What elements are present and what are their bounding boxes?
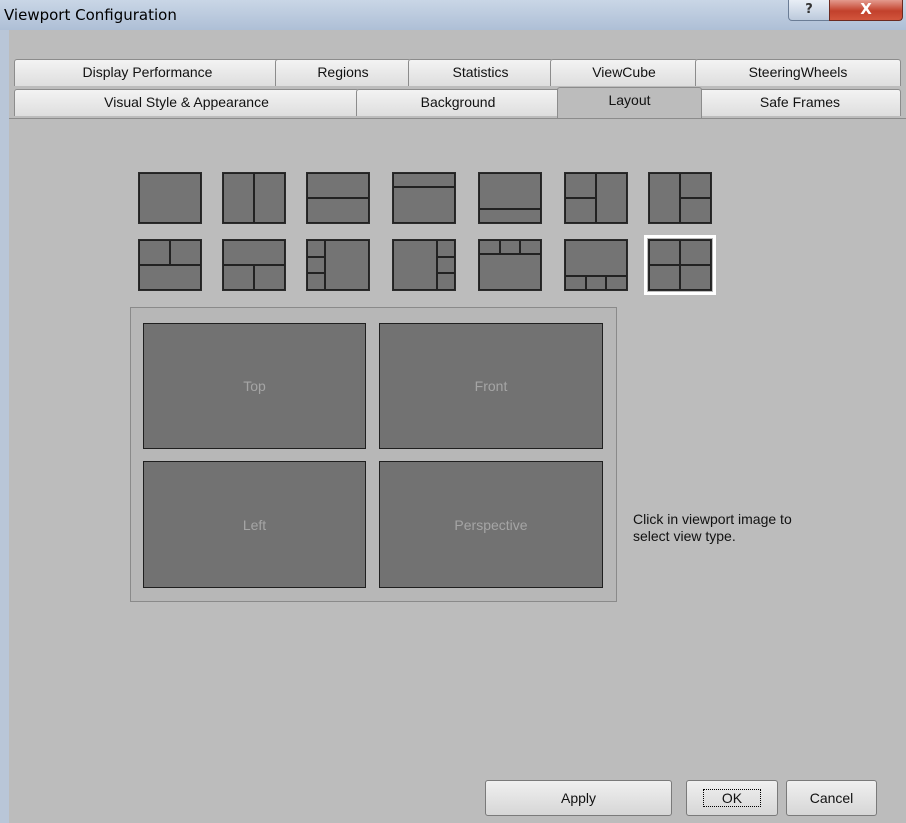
ok-button[interactable]: OK bbox=[686, 780, 778, 816]
tab-steeringwheels[interactable]: SteeringWheels bbox=[695, 59, 901, 86]
layout-option-9[interactable] bbox=[222, 239, 286, 291]
layout-option-4[interactable] bbox=[392, 172, 456, 224]
layout-option-12[interactable] bbox=[478, 239, 542, 291]
help-button[interactable]: ? bbox=[788, 0, 830, 21]
layout-option-7[interactable] bbox=[648, 172, 712, 224]
tab-layout[interactable]: Layout bbox=[557, 87, 702, 118]
layout-option-13[interactable] bbox=[564, 239, 628, 291]
window-frame-left bbox=[0, 30, 9, 823]
layout-option-11[interactable] bbox=[392, 239, 456, 291]
cancel-button[interactable]: Cancel bbox=[786, 780, 877, 816]
hint-text: Click in viewport image to select view t… bbox=[633, 511, 792, 544]
layout-option-2[interactable] bbox=[222, 172, 286, 224]
tab-display-performance[interactable]: Display Performance bbox=[14, 59, 281, 86]
tab-background[interactable]: Background bbox=[356, 89, 560, 116]
tab-safe-frames[interactable]: Safe Frames bbox=[699, 89, 901, 116]
layout-option-3[interactable] bbox=[306, 172, 370, 224]
viewport-front[interactable]: Front bbox=[379, 323, 603, 449]
close-button[interactable]: X bbox=[829, 0, 903, 21]
layout-option-14-selected[interactable] bbox=[644, 235, 716, 295]
viewport-preview: Top Front Left Perspective bbox=[130, 307, 617, 602]
title-bar: Viewport Configuration ? X bbox=[0, 0, 906, 31]
layout-option-6[interactable] bbox=[564, 172, 628, 224]
layout-option-1[interactable] bbox=[138, 172, 202, 224]
ok-button-label: OK bbox=[702, 789, 762, 807]
layout-option-8[interactable] bbox=[138, 239, 202, 291]
tab-regions[interactable]: Regions bbox=[275, 59, 411, 86]
tab-viewcube[interactable]: ViewCube bbox=[550, 59, 698, 86]
tab-strip-divider bbox=[9, 118, 906, 119]
viewport-perspective[interactable]: Perspective bbox=[379, 461, 603, 588]
viewport-top[interactable]: Top bbox=[143, 323, 366, 449]
tab-visual-style-appearance[interactable]: Visual Style & Appearance bbox=[14, 89, 359, 116]
tab-statistics[interactable]: Statistics bbox=[408, 59, 553, 86]
viewport-left[interactable]: Left bbox=[143, 461, 366, 588]
apply-button[interactable]: Apply bbox=[485, 780, 672, 816]
window-title: Viewport Configuration bbox=[4, 6, 177, 24]
layout-option-10[interactable] bbox=[306, 239, 370, 291]
layout-option-5[interactable] bbox=[478, 172, 542, 224]
